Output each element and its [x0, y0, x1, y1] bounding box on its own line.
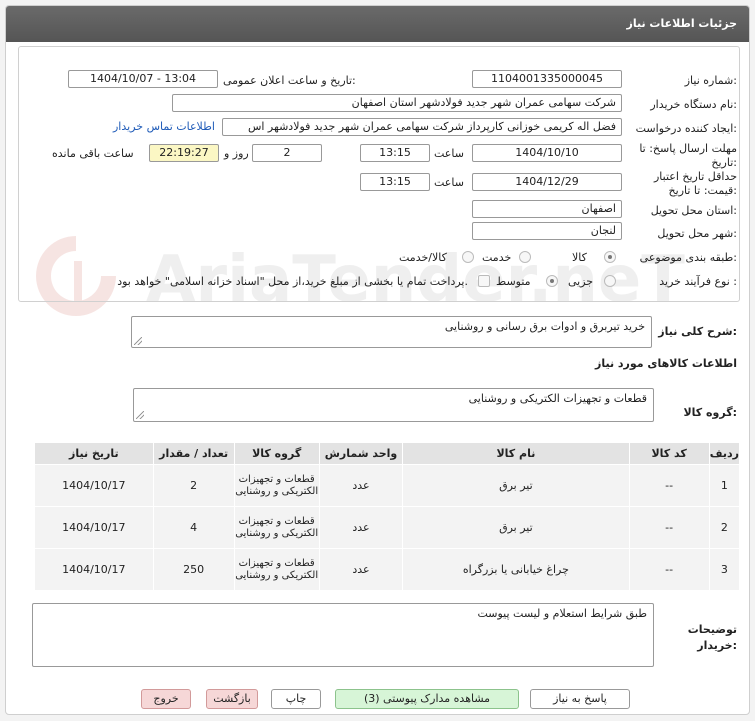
delivery-province-field: اصفهان: [472, 200, 622, 218]
cell-date: 1404/10/17: [34, 464, 154, 507]
remaining-time-field: 22:19:27: [149, 144, 219, 162]
cell-qty: 250: [152, 548, 235, 591]
exit-button[interactable]: خروج: [141, 689, 191, 709]
view-attachments-button[interactable]: مشاهده مدارک پیوستی (3): [335, 689, 519, 709]
announce-datetime-label: تاریخ و ساعت اعلان عمومی:: [223, 74, 356, 87]
cell-index: 1: [708, 464, 741, 507]
process-type-label: نوع فرآیند خرید :: [659, 275, 737, 288]
category-both-label: کالا/خدمت: [399, 251, 447, 264]
cell-group: قطعات و تجهیزات الکتریکی و روشنایی: [233, 506, 320, 549]
cell-unit: عدد: [318, 548, 404, 591]
summary-text: خرید تیربرق و ادوات برق رسانی و روشنایی: [444, 320, 645, 333]
table-row: 1404/10/17 2 قطعات و تجهیزات الکتریکی و …: [34, 464, 741, 507]
category-both-radio[interactable]: [462, 251, 474, 263]
category-goods-radio[interactable]: [604, 251, 616, 263]
cell-group: قطعات و تجهیزات الکتریکی و روشنایی: [233, 464, 320, 507]
cell-name: چراغ خیابانی یا بزرگراه: [402, 548, 630, 591]
panel-header: جزئیات اطلاعات نیاز: [6, 6, 749, 42]
reply-deadline-label: مهلت ارسال پاسخ: تا تاریخ:: [639, 142, 737, 169]
process-minor-label: جزیی: [568, 275, 594, 288]
cell-group: قطعات و تجهیزات الکتریکی و روشنایی: [233, 548, 320, 591]
process-minor-radio[interactable]: [604, 275, 616, 287]
requester-field: فضل اله کریمی خوزانی کارپرداز شرکت سهامی…: [222, 118, 622, 136]
goods-table: تاریخ نیاز تعداد / مقدار گروه کالا واحد …: [34, 442, 741, 591]
summary-textarea: خرید تیربرق و ادوات برق رسانی و روشنایی: [131, 316, 652, 348]
col-name: نام کالا: [402, 442, 630, 465]
summary-label: شرح کلی نیاز:: [658, 325, 737, 338]
goods-table-header: تاریخ نیاز تعداد / مقدار گروه کالا واحد …: [34, 442, 741, 465]
buyer-notes-label: توضیحات خریدار:: [687, 623, 737, 652]
col-group: گروه کالا: [233, 442, 320, 465]
reply-time-field: 13:15: [360, 144, 430, 162]
delivery-city-field: لنجان: [472, 222, 622, 240]
col-unit: واحد شمارش: [318, 442, 404, 465]
cell-unit: عدد: [318, 506, 404, 549]
buyer-org-label: نام دستگاه خریدار:: [650, 98, 737, 111]
table-row: 1404/10/17 4 قطعات و تجهیزات الکتریکی و …: [34, 506, 741, 549]
buyer-org-field: شرکت سهامی عمران شهر جدید فولادشهر استان…: [172, 94, 622, 112]
delivery-city-label: شهر محل تحویل:: [657, 227, 737, 240]
buyer-contact-link[interactable]: اطلاعات تماس خریدار: [113, 120, 215, 133]
delivery-province-label: استان محل تحویل:: [650, 204, 737, 217]
price-validity-time-field: 13:15: [360, 173, 430, 191]
resize-grip-icon[interactable]: [134, 337, 142, 345]
back-button[interactable]: بازگشت: [206, 689, 258, 709]
treasury-payment-note: پرداخت تمام یا بخشی از مبلغ خرید،از محل …: [117, 275, 468, 288]
days-label: روز و: [224, 147, 249, 160]
col-index: ردیف: [708, 442, 741, 465]
goods-group-text: قطعات و تجهیزات الکتریکی و روشنایی: [468, 392, 647, 405]
cell-index: 3: [708, 548, 741, 591]
cell-name: تیر برق: [402, 506, 630, 549]
panel-title: جزئیات اطلاعات نیاز: [626, 17, 738, 30]
announce-datetime-field: 1404/10/07 - 13:04: [68, 70, 218, 88]
category-service-label: خدمت: [482, 251, 512, 264]
col-need-date: تاریخ نیاز: [34, 442, 154, 465]
category-goods-label: کالا: [572, 251, 587, 264]
cell-code: --: [628, 548, 710, 591]
treasury-payment-checkbox[interactable]: [478, 275, 490, 287]
need-number-label: شماره نیاز:: [684, 74, 737, 87]
col-quantity: تعداد / مقدار: [152, 442, 235, 465]
goods-section-title: اطلاعات کالاهای مورد نیاز: [595, 357, 737, 370]
reply-button[interactable]: پاسخ به نیاز: [530, 689, 630, 709]
need-details-panel: جزئیات اطلاعات نیاز AriaTender.neT شماره…: [5, 5, 750, 715]
cell-qty: 4: [152, 506, 235, 549]
table-row: 1404/10/17 250 قطعات و تجهیزات الکتریکی …: [34, 548, 741, 591]
price-validity-label: حداقل تاریخ اعتبار قیمت: تا تاریخ:: [653, 170, 737, 197]
days-remaining-field: 2: [252, 144, 322, 162]
process-medium-label: متوسط: [496, 275, 531, 288]
goods-group-label: گروه کالا:: [683, 406, 737, 419]
cell-name: تیر برق: [402, 464, 630, 507]
buyer-notes-textarea: طبق شرایط استعلام و لیست پیوست: [32, 603, 654, 667]
buyer-notes-text: طبق شرایط استعلام و لیست پیوست: [477, 607, 647, 620]
resize-grip-icon[interactable]: [136, 411, 144, 419]
need-number-field: 1104001335000045: [472, 70, 622, 88]
reply-time-label: ساعت: [434, 147, 464, 160]
process-medium-radio[interactable]: [546, 275, 558, 287]
print-button[interactable]: چاپ: [271, 689, 321, 709]
price-validity-date-field: 1404/12/29: [472, 173, 622, 191]
cell-code: --: [628, 464, 710, 507]
remaining-time-label: ساعت باقی مانده: [52, 147, 134, 160]
category-service-radio[interactable]: [519, 251, 531, 263]
cell-index: 2: [708, 506, 741, 549]
cell-code: --: [628, 506, 710, 549]
cell-unit: عدد: [318, 464, 404, 507]
requester-label: ایجاد کننده درخواست:: [635, 122, 737, 135]
category-label: طبقه بندی موضوعی:: [639, 251, 737, 264]
cell-qty: 2: [152, 464, 235, 507]
col-code: کد کالا: [628, 442, 710, 465]
price-validity-time-label: ساعت: [434, 176, 464, 189]
goods-group-textarea: قطعات و تجهیزات الکتریکی و روشنایی: [133, 388, 654, 422]
cell-date: 1404/10/17: [34, 506, 154, 549]
cell-date: 1404/10/17: [34, 548, 154, 591]
reply-date-field: 1404/10/10: [472, 144, 622, 162]
